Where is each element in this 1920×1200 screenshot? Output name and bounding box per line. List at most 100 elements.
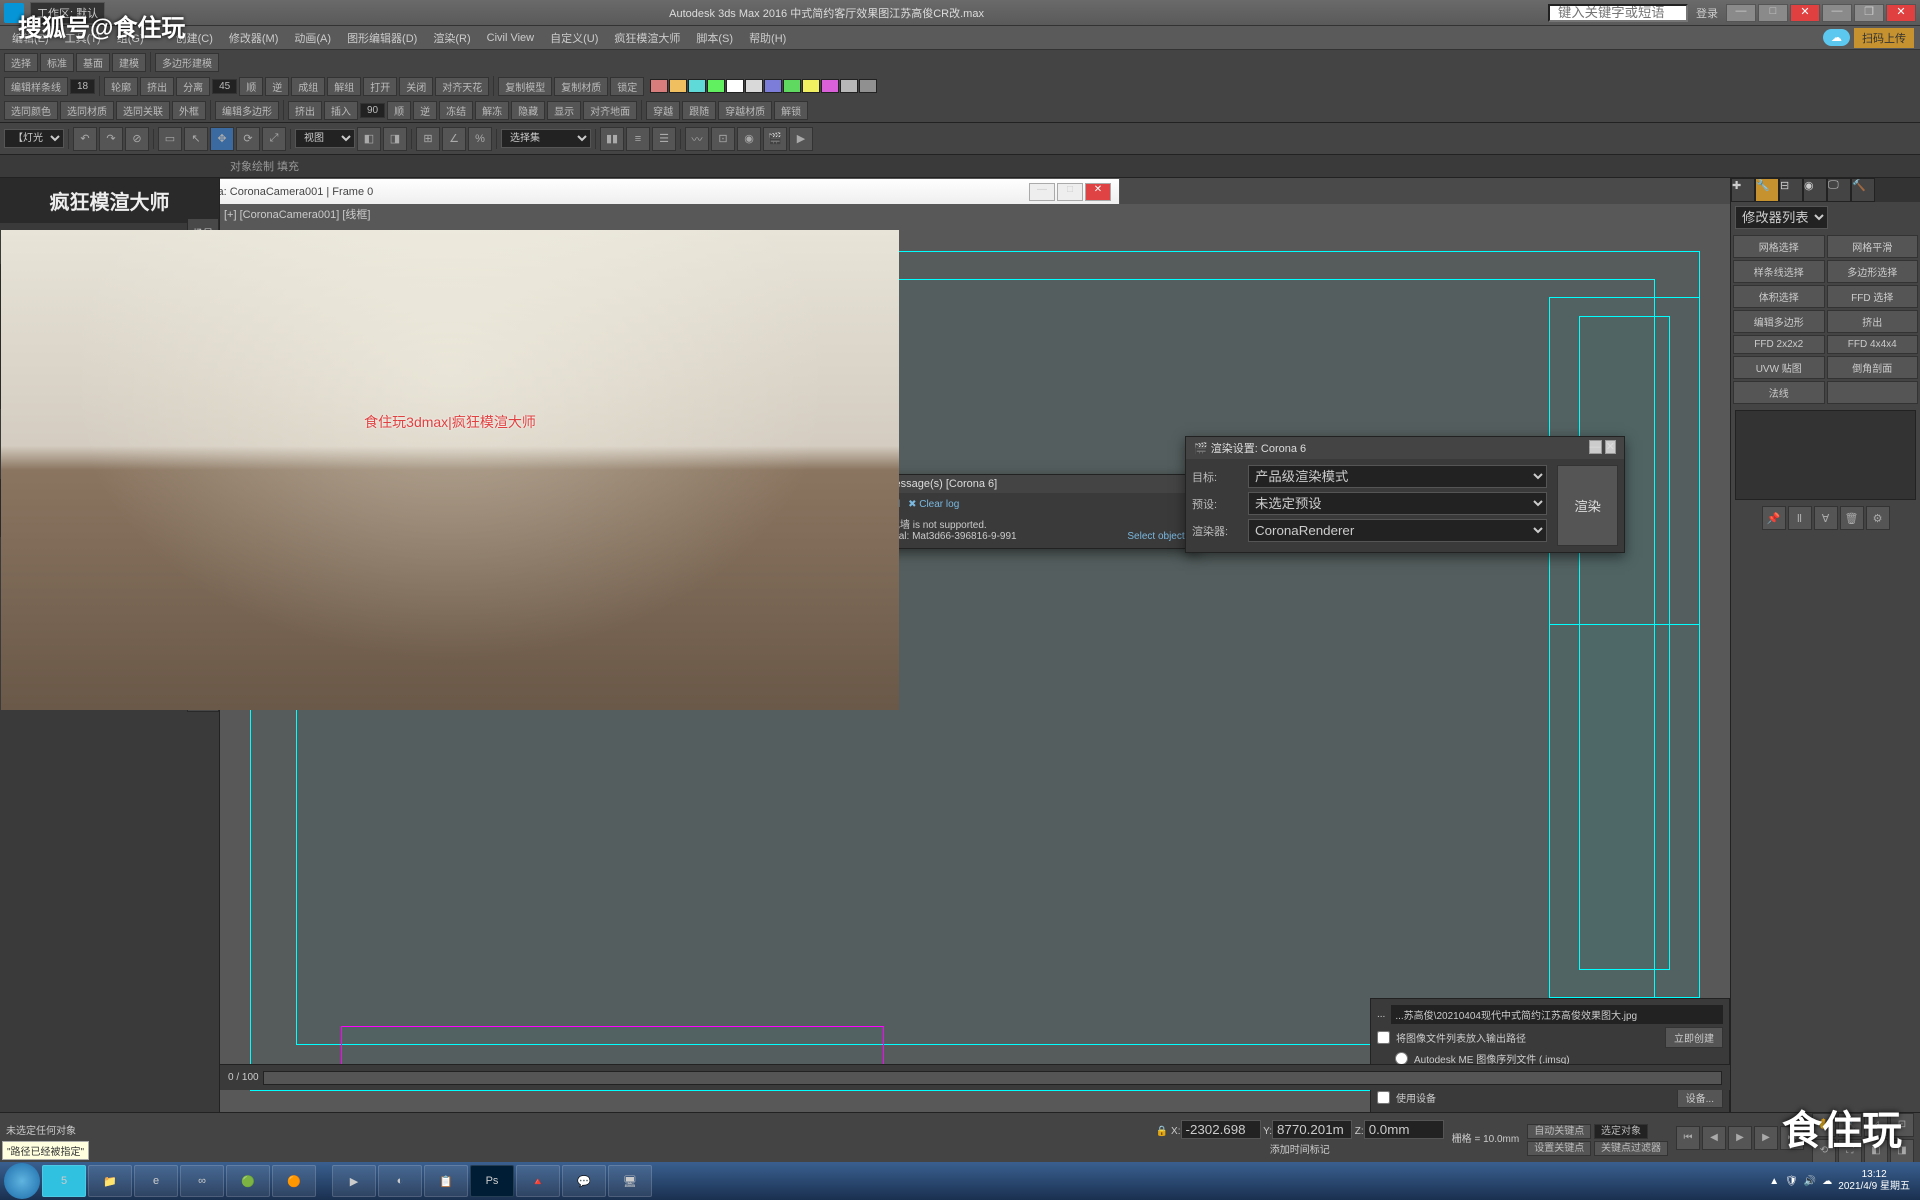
ribbon-button[interactable]: 选同材质 (60, 101, 114, 120)
ribbon-button[interactable]: 逆 (265, 77, 289, 96)
hierarchy-tab-icon[interactable]: ⊟ (1779, 178, 1803, 202)
percent-snap-icon[interactable]: % (468, 127, 492, 151)
tool-icon[interactable]: ◧ (357, 127, 381, 151)
create-now-button[interactable]: 立即创建 (1665, 1027, 1723, 1048)
checkbox[interactable] (1377, 1091, 1390, 1104)
modifier-button[interactable]: 编辑多边形 (1733, 310, 1825, 333)
ribbon-button[interactable]: 编辑多边形 (215, 101, 279, 120)
selection-set-dropdown[interactable]: 选择集 (501, 129, 591, 148)
add-time-tag[interactable]: 添加时间标记 (1270, 1145, 1330, 1156)
modifier-button[interactable]: 样条线选择 (1733, 260, 1825, 283)
ribbon-button[interactable]: 穿越 (646, 101, 680, 120)
quick-workspace[interactable]: 工作区: 默认 (30, 2, 105, 24)
chrome-icon[interactable]: 🟢 (226, 1165, 270, 1197)
3dsmax-taskbar-icon[interactable]: 🔺 (516, 1165, 560, 1197)
ribbon-tab[interactable]: 基面 (76, 53, 110, 72)
ribbon-button[interactable]: 锁定 (610, 77, 644, 96)
modifier-button[interactable]: 倒角剖面 (1827, 356, 1919, 379)
render-button[interactable]: 渲染 (1557, 465, 1618, 546)
menu-item[interactable]: 动画(A) (288, 30, 337, 46)
modifier-button[interactable]: FFD 2x2x2 (1733, 335, 1825, 354)
goto-start-icon[interactable]: ⏮ (1676, 1126, 1700, 1150)
color-swatch[interactable] (726, 79, 744, 93)
x-coord-input[interactable] (1181, 1120, 1261, 1139)
modify-tab-icon[interactable]: 🔧 (1755, 178, 1779, 202)
color-swatch[interactable] (859, 79, 877, 93)
modifier-stack[interactable] (1735, 410, 1916, 500)
photoshop-icon[interactable]: Ps (470, 1165, 514, 1197)
modifier-button[interactable]: 法线 (1733, 381, 1825, 404)
ribbon-button[interactable]: 插入 (324, 101, 358, 120)
menu-item[interactable]: Civil View (481, 32, 540, 44)
next-frame-icon[interactable]: ▶ (1754, 1126, 1778, 1150)
menu-item[interactable]: 自定义(U) (544, 30, 604, 46)
menu-item[interactable]: 图形编辑器(D) (341, 30, 423, 46)
ribbon-button[interactable]: 轮廓 (104, 77, 138, 96)
select-object-link[interactable]: Select object » (1127, 531, 1193, 542)
ribbon-button[interactable]: 复制模型 (498, 77, 552, 96)
close-button-2[interactable]: ✕ (1886, 4, 1916, 22)
ribbon-button[interactable]: 解组 (327, 77, 361, 96)
orbit-icon[interactable]: ⟲ (1812, 1139, 1836, 1163)
configure-icon[interactable]: ⚙ (1866, 506, 1890, 530)
menu-item[interactable]: 编辑(E) (6, 30, 55, 46)
goto-end-icon[interactable]: ⏭ (1780, 1126, 1804, 1150)
color-swatch[interactable] (783, 79, 801, 93)
set-key-button[interactable]: 设置关键点 (1527, 1141, 1591, 1156)
modifier-button[interactable]: 网格平滑 (1827, 235, 1919, 258)
ribbon-button[interactable]: 成组 (291, 77, 325, 96)
tray-icon[interactable]: ☁ (1822, 1176, 1832, 1187)
renderer-dropdown[interactable]: CoronaRenderer (1248, 519, 1547, 542)
ribbon-button[interactable]: 编辑样条线 (4, 77, 68, 96)
mirror-icon[interactable]: ▮▮ (600, 127, 624, 151)
ribbon-button[interactable]: 逆 (413, 101, 437, 120)
cursor-icon[interactable]: ↖ (184, 127, 208, 151)
wechat-icon[interactable]: 💬 (562, 1165, 606, 1197)
menu-item[interactable]: 疯狂模渲大师 (608, 30, 686, 46)
align-icon[interactable]: ≡ (626, 127, 650, 151)
tool-icon[interactable]: ◨ (383, 127, 407, 151)
ribbon-button[interactable]: 选同颜色 (4, 101, 58, 120)
color-swatch[interactable] (802, 79, 820, 93)
ribbon-button[interactable]: 顺 (239, 77, 263, 96)
maximize-button[interactable]: □ (1057, 183, 1083, 201)
minimize-button[interactable]: — (1589, 440, 1602, 454)
ribbon-input[interactable]: 90 (360, 103, 385, 118)
y-coord-input[interactable] (1272, 1120, 1352, 1139)
vp-icon[interactable]: ◨ (1890, 1139, 1914, 1163)
ribbon-button[interactable]: 挤出 (140, 77, 174, 96)
tray-icon[interactable]: 🔊 (1804, 1176, 1816, 1187)
auto-key-button[interactable]: 自动关键点 (1527, 1124, 1591, 1139)
login-link[interactable]: 登录 (1696, 5, 1718, 21)
menu-item[interactable]: 帮助(H) (743, 30, 792, 46)
taskbar-app-icon[interactable]: 🟠 (272, 1165, 316, 1197)
prev-frame-icon[interactable]: ◀ (1702, 1126, 1726, 1150)
ribbon-tab[interactable]: 多边形建模 (155, 53, 219, 72)
color-swatch[interactable] (650, 79, 668, 93)
select-icon[interactable]: ▭ (158, 127, 182, 151)
ribbon-input[interactable]: 45 (212, 79, 237, 94)
color-swatch[interactable] (745, 79, 763, 93)
zoom-extents-icon[interactable]: ⊡ (1890, 1113, 1914, 1137)
modifier-button[interactable]: 网格选择 (1733, 235, 1825, 258)
taskbar-app-icon[interactable]: 🖥 (608, 1165, 652, 1197)
minimize-button-2[interactable]: — (1822, 4, 1852, 22)
modifier-list-dropdown[interactable]: 修改器列表 (1735, 206, 1828, 229)
taskbar-app-icon[interactable]: ∞ (180, 1165, 224, 1197)
ribbon-button[interactable]: 显示 (547, 101, 581, 120)
menu-item[interactable]: 修改器(M) (223, 30, 285, 46)
ribbon-tab[interactable]: 建模 (112, 53, 146, 72)
tray-icon[interactable]: ▲ (1769, 1176, 1779, 1187)
create-tab-icon[interactable]: ✚ (1731, 178, 1755, 202)
fov-icon[interactable]: ⊿ (1864, 1113, 1888, 1137)
clear-log-button[interactable]: ✖ Clear log (908, 499, 959, 510)
ribbon-button[interactable]: 隐藏 (511, 101, 545, 120)
color-swatch[interactable] (669, 79, 687, 93)
cloud-badge[interactable]: ☁ (1823, 29, 1850, 46)
render-icon[interactable]: ▶ (789, 127, 813, 151)
remove-modifier-icon[interactable]: 🗑 (1840, 506, 1864, 530)
ribbon-button[interactable]: 解锁 (774, 101, 808, 120)
ribbon-button[interactable]: 顺 (387, 101, 411, 120)
lock-icon[interactable]: 🔒 (1156, 1126, 1168, 1137)
taskbar-app-icon[interactable]: ▶ (332, 1165, 376, 1197)
